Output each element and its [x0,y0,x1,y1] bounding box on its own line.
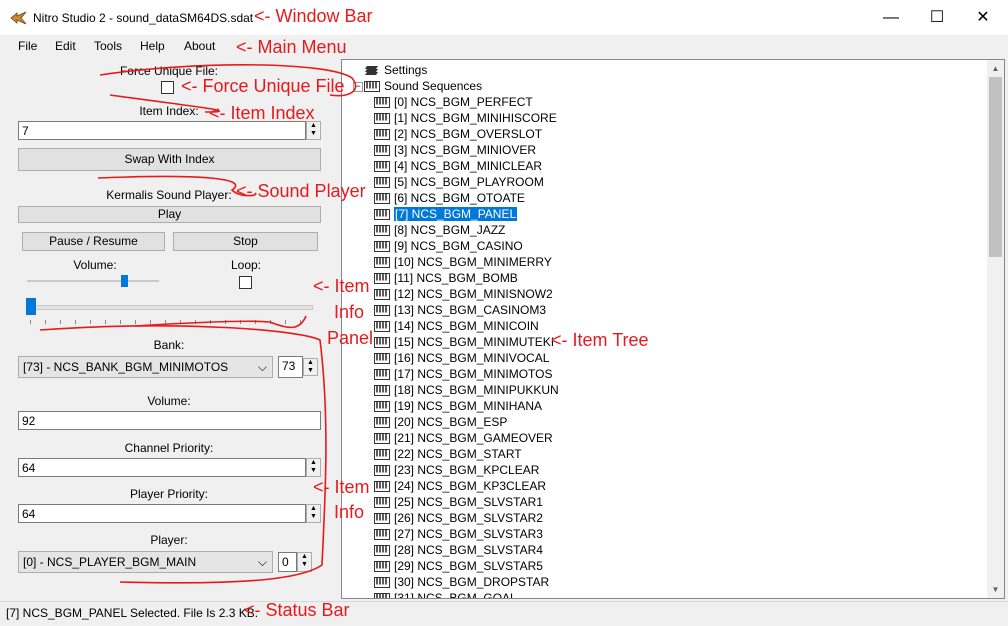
annotation-strokes [39,64,357,584]
sound-player-stroke [97,175,257,197]
annotation-item-info-panel-2: Info [334,302,365,322]
annotation-sound-player: <- Sound Player [236,181,366,201]
annotation-main-menu: <- Main Menu [236,37,347,57]
annotation-item-tree: <- Item Tree [551,330,649,350]
annotation-item-index: <- Item Index [209,103,315,123]
annotation-item-info-2: Info [334,502,365,522]
annotation-item-info-1: <- Item [313,477,370,497]
item-index-stroke [109,94,221,113]
annotation-item-info-panel-1: <- Item [313,276,370,296]
item-info-stroke [39,325,327,584]
annotation-window-bar: <- Window Bar [254,6,373,26]
annotation-status-bar: <- Status Bar [244,600,350,620]
annotation-force-unique: <- Force Unique File [181,76,345,96]
annotation-item-info-panel-3: Panel [327,328,374,348]
